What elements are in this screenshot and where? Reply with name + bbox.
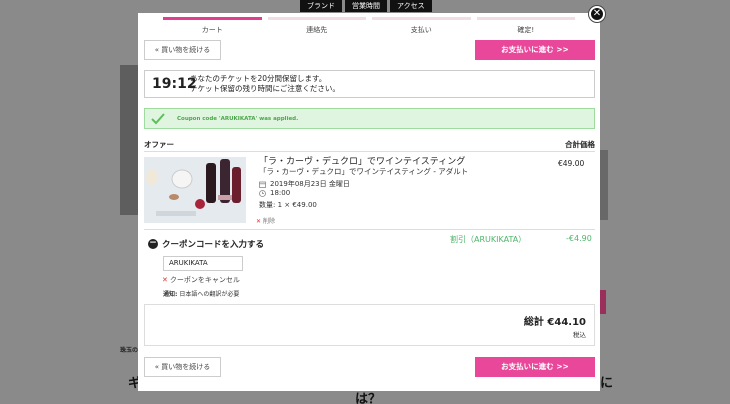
step-progress-bar <box>163 17 262 20</box>
timer-countdown: 19:12 <box>152 76 197 92</box>
background-photo <box>120 65 140 215</box>
hold-timer: 19:12 あなたのチケットを20分間保留します。 チケット保留の残り時間にご注… <box>144 70 595 98</box>
translation-notice: 通知: 日本語への翻訳が必要 <box>163 289 239 298</box>
timer-message-line: チケット保留の残り時間にご注意ください。 <box>190 84 340 93</box>
coupon-code-field[interactable]: ARUKIKATA <box>163 256 243 271</box>
discount-label: 割引（ARUKIKATA） <box>450 235 527 244</box>
checkout-steps: カート 連絡先 支払い 確定! <box>163 17 575 35</box>
step-payment: 支払い <box>372 17 471 35</box>
step-progress-bar <box>372 17 471 20</box>
timer-message: あなたのチケットを20分間保留します。 チケット保留の残り時間にご注意ください。 <box>190 74 340 94</box>
close-icon: ✕ <box>256 218 262 225</box>
step-progress-bar <box>476 17 575 20</box>
product-quantity: 数量: 1 × €49.00 <box>259 200 317 210</box>
delete-label: 削除 <box>263 218 276 225</box>
checkmark-icon <box>151 112 165 124</box>
nav-access[interactable]: アクセス <box>390 0 432 12</box>
product-time-text: 18:00 <box>270 189 291 197</box>
product-quantity-text: 数量: 1 × €49.00 <box>259 201 317 209</box>
cancel-coupon-button[interactable]: ✕ クーポンをキャンセル <box>162 275 240 285</box>
step-progress-bar <box>267 17 366 20</box>
divider <box>144 151 595 152</box>
step-label: 支払い <box>410 26 432 34</box>
background-text: 珠玉の <box>120 347 139 354</box>
discount-value: -€4.90 <box>566 234 592 243</box>
product-time: 18:00 <box>259 189 290 197</box>
notice-text: 日本語への翻訳が必要 <box>179 291 240 298</box>
nav-hours[interactable]: 営業時間 <box>345 0 387 12</box>
notice-label: 通知: <box>163 291 178 298</box>
product-date: 2019年08月23日 金曜日 <box>259 179 350 189</box>
close-icon: ✕ <box>592 8 602 19</box>
coupon-applied-alert: Coupon code 'ARUKIKATA' was applied. <box>144 108 595 129</box>
minus-icon: − <box>148 238 158 249</box>
nav-brand[interactable]: ブランド <box>300 0 342 12</box>
product-price: €49.00 <box>558 159 585 168</box>
step-label: 連絡先 <box>306 26 328 34</box>
top-nav: ブランド 営業時間 アクセス <box>300 0 432 12</box>
step-confirm: 確定! <box>476 17 575 35</box>
background-heading: に <box>600 376 614 391</box>
coupon-toggle[interactable]: − クーポンコードを入力する <box>148 238 264 250</box>
wine-tasting-photo-icon <box>144 157 246 223</box>
coupon-applied-text: Coupon code 'ARUKIKATA' was applied. <box>177 115 299 122</box>
cart-table-header: オファー 合計価格 <box>144 139 595 150</box>
product-variant: 「ラ・カーヴ・デュクロ」でワインテイスティング - アダルト <box>259 167 469 176</box>
proceed-payment-button[interactable]: お支払いに進む >> <box>475 40 595 60</box>
order-total: 総計 €44.10 税込 <box>144 304 595 346</box>
cancel-coupon-label: クーポンをキャンセル <box>169 276 240 284</box>
cart-modal: カート 連絡先 支払い 確定! « 買い物を続ける お支払いに進む >> 19:… <box>138 13 600 391</box>
continue-shopping-button-bottom[interactable]: « 買い物を続ける <box>144 357 221 377</box>
close-modal-button[interactable]: ✕ <box>589 6 605 22</box>
continue-shopping-button[interactable]: « 買い物を続ける <box>144 40 221 60</box>
column-total-price: 合計価格 <box>565 140 595 149</box>
step-label: カート <box>201 26 223 34</box>
coupon-heading: クーポンコードを入力する <box>162 240 265 250</box>
step-contact: 連絡先 <box>267 17 366 35</box>
column-offer: オファー <box>144 140 174 149</box>
close-icon: ✕ <box>162 276 168 284</box>
timer-message-line: あなたのチケットを20分間保留します。 <box>190 74 327 83</box>
divider <box>144 229 595 230</box>
product-image <box>144 157 246 223</box>
product-date-text: 2019年08月23日 金曜日 <box>270 180 350 188</box>
step-label: 確定! <box>517 26 535 34</box>
tax-included-label: 税込 <box>573 331 586 339</box>
clock-icon <box>259 189 266 197</box>
proceed-payment-button-bottom[interactable]: お支払いに進む >> <box>475 357 595 377</box>
total-amount: 総計 €44.10 <box>523 317 586 328</box>
step-cart: カート <box>163 17 262 35</box>
calendar-icon <box>259 181 266 188</box>
delete-item-button[interactable]: ✕ 削除 <box>256 216 275 225</box>
